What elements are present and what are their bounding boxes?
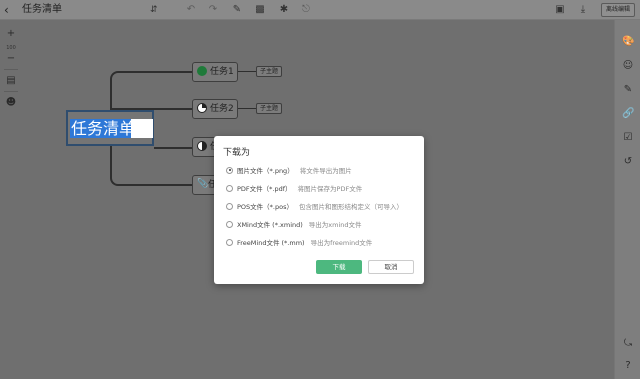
connector-line [238, 108, 256, 109]
option-label: 图片文件（*.png） [237, 167, 294, 175]
option-freemind[interactable]: FreeMind文件 (*.mm) 导出为freemind文件 [226, 237, 372, 249]
undo-icon[interactable]: ↶ [185, 4, 197, 16]
option-desc: 将图片保存为PDF文件 [297, 185, 363, 193]
half-progress-icon [197, 140, 207, 151]
option-xmind[interactable]: XMind文件 (*.xmind) 导出为xmind文件 [226, 219, 362, 231]
back-chevron-icon[interactable]: ‹ [4, 3, 16, 17]
present-icon[interactable]: ▣ [554, 4, 566, 16]
offline-edit-button[interactable]: 离线编辑 [600, 3, 635, 17]
collaborators-icon[interactable]: ☻ [4, 97, 18, 109]
option-pos[interactable]: POS文件（*.pos） 包含图片和图形结构定义（可导入） [226, 201, 403, 213]
magic-wand-icon[interactable]: ✱ [278, 4, 290, 16]
download-button[interactable]: 下载 [316, 260, 362, 274]
right-toolbar: 🎨 ☺ ✎ 🔗 ☑ ↺ ⤿ ? [614, 20, 640, 379]
root-topic-text[interactable]: 任务清单 [70, 119, 137, 138]
topic-task-1[interactable]: 任务1 [192, 62, 238, 82]
title-dropdown-icon[interactable]: ⇵ [150, 3, 158, 17]
left-toolbar: + 100 − ▤ ☻ [0, 20, 22, 120]
attachment-icon: 📎 [197, 178, 209, 189]
radio-button[interactable] [226, 166, 233, 174]
top-toolbar: ‹ 任务清单 ⇵ ↶ ↷ ✎ ▩ ✱ ⎋ ▣ ⤓ 离线编辑 [0, 0, 640, 20]
dialog-title: 下载为 [223, 148, 251, 158]
progress-pie-icon [197, 102, 207, 113]
radio-button[interactable] [226, 238, 233, 246]
help-icon[interactable]: ? [622, 360, 634, 372]
download-dialog: 下载为 图片文件（*.png） 将文件导出为图片 PDF文件（*.pdf） 将图片保… [214, 136, 424, 284]
outline-icon[interactable]: ▤ [4, 75, 18, 87]
clipboard-icon[interactable]: ☑ [622, 132, 634, 144]
subtopic[interactable]: 子主题 [256, 66, 283, 77]
connector-line [110, 146, 194, 186]
option-desc: 导出为freemind文件 [310, 239, 373, 247]
download-icon[interactable]: ⤓ [577, 4, 589, 16]
option-label: POS文件（*.pos） [237, 203, 293, 211]
style-icon[interactable]: ⎋ [300, 4, 312, 16]
image-icon[interactable]: ▩ [254, 4, 266, 16]
option-pdf[interactable]: PDF文件（*.pdf） 将图片保存为PDF文件 [226, 183, 362, 195]
palette-icon[interactable]: 🎨 [622, 36, 634, 48]
history-icon[interactable]: ↺ [622, 156, 634, 168]
subtopic[interactable]: 子主题 [256, 103, 283, 114]
note-icon[interactable]: ✎ [622, 84, 634, 96]
document-title[interactable]: 任务清单 [22, 3, 62, 17]
cancel-button[interactable]: 取消 [368, 260, 414, 274]
option-label: PDF文件（*.pdf） [237, 185, 292, 193]
text-edit-caret [131, 119, 153, 138]
radio-button[interactable] [226, 202, 233, 210]
option-desc: 包含图片和图形结构定义（可导入） [298, 203, 403, 211]
topic-label: 任务1 [210, 67, 234, 77]
redo-icon[interactable]: ↷ [207, 4, 219, 16]
zoom-in-icon[interactable]: + [4, 28, 18, 40]
emoji-icon[interactable]: ☺ [622, 60, 634, 72]
format-painter-icon[interactable]: ✎ [231, 4, 243, 16]
option-png[interactable]: 图片文件（*.png） 将文件导出为图片 [226, 165, 352, 177]
share-icon[interactable]: ⤿ [622, 338, 634, 350]
radio-button[interactable] [226, 184, 233, 192]
divider [4, 91, 18, 92]
check-circle-icon [197, 65, 207, 76]
divider [4, 69, 18, 70]
zoom-out-icon[interactable]: − [4, 53, 18, 65]
link-icon[interactable]: 🔗 [622, 108, 634, 120]
root-topic[interactable]: 任务清单 [66, 110, 154, 146]
option-label: XMind文件 (*.xmind) [237, 221, 303, 229]
option-desc: 导出为xmind文件 [308, 221, 362, 229]
topic-label: 任务2 [210, 104, 234, 114]
option-desc: 将文件导出为图片 [299, 167, 352, 175]
topic-task-2[interactable]: 任务2 [192, 99, 238, 119]
radio-button[interactable] [226, 220, 233, 228]
option-label: FreeMind文件 (*.mm) [237, 239, 305, 247]
connector-line [238, 71, 256, 72]
